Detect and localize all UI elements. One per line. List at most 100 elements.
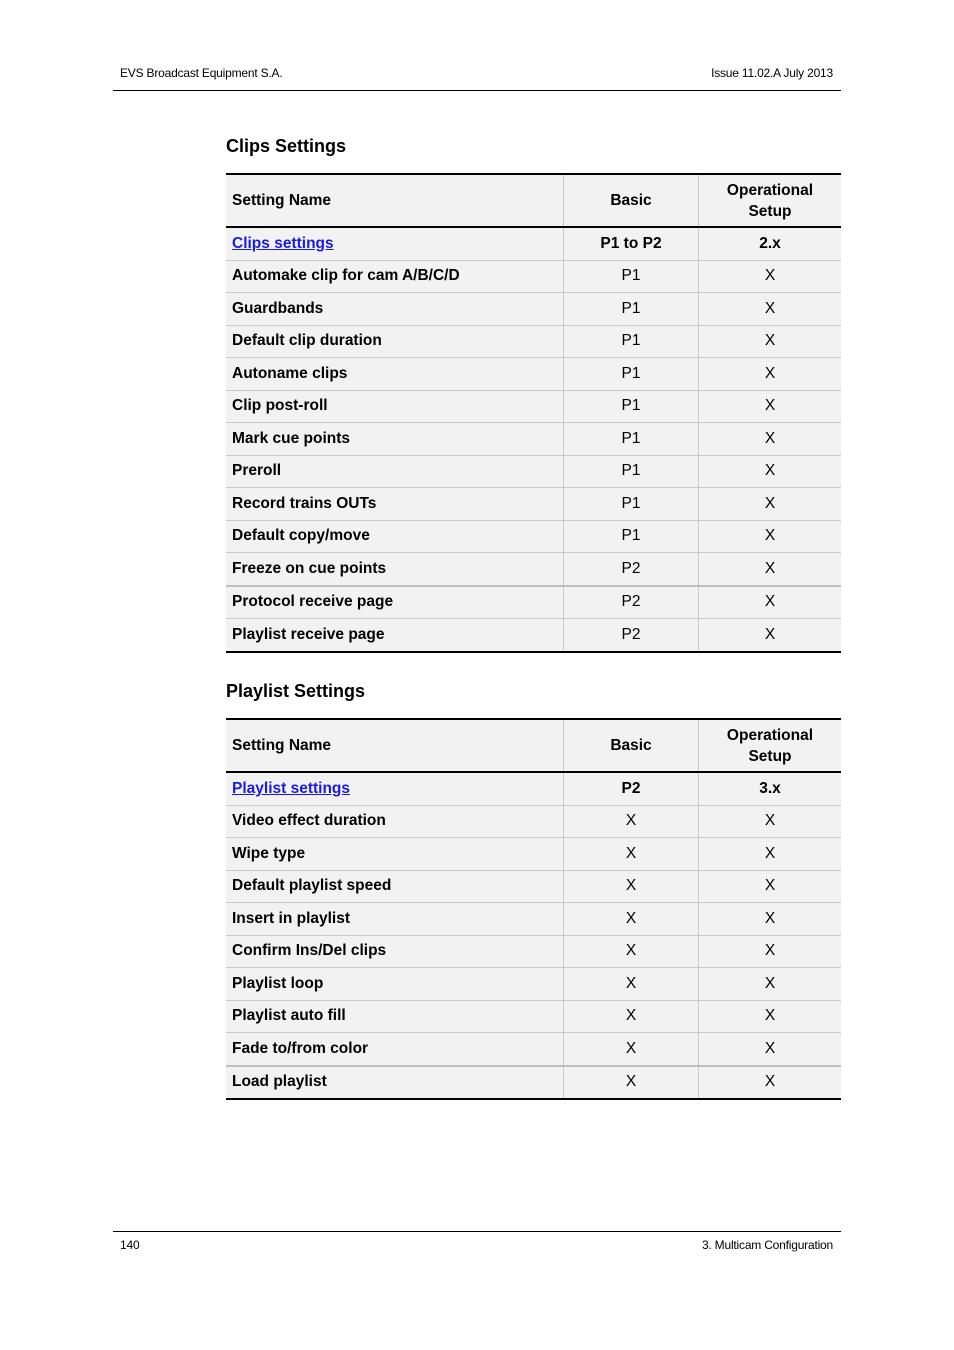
col-basic: Basic [563, 718, 699, 773]
basic-value: X [563, 999, 699, 1033]
table-row: Guardbands P1 X [226, 292, 841, 325]
setting-name: Playlist auto fill [226, 999, 564, 1033]
summary-basic: P2 [563, 772, 699, 805]
basic-value: P1 [563, 292, 699, 325]
table-row: Record trains OUTs P1 X [226, 487, 841, 520]
table-row: Fade to/from color X X [226, 1032, 841, 1066]
operational-value: X [698, 422, 841, 455]
clips-settings-link[interactable]: Clips settings [232, 235, 334, 252]
header-company: EVS Broadcast Equipment S.A. [120, 66, 283, 80]
setting-name: Mark cue points [226, 422, 564, 455]
header-divider [113, 90, 841, 91]
operational-value: X [698, 552, 841, 586]
col-operational-setup: Operational Setup [698, 718, 841, 773]
operational-value: X [698, 934, 841, 968]
header-issue: Issue 11.02.A July 2013 [711, 66, 833, 80]
playlist-section-title: Playlist Settings [226, 681, 366, 701]
table-header-row: Setting Name Basic Operational Setup [226, 718, 841, 773]
playlist-settings-table: Setting Name Basic Operational Setup Pla… [226, 718, 841, 1100]
setting-name: Freeze on cue points [226, 552, 564, 586]
basic-value: P1 [563, 357, 699, 390]
basic-value: X [563, 804, 699, 838]
basic-value: P1 [563, 259, 699, 293]
operational-value: X [698, 259, 841, 293]
operational-value: X [698, 837, 841, 870]
operational-value: X [698, 292, 841, 325]
table-row: Protocol receive page P2 X [226, 584, 841, 619]
setting-name: Autoname clips [226, 357, 564, 390]
summary-basic: P1 to P2 [563, 227, 699, 260]
table-row: Insert in playlist X X [226, 902, 841, 935]
table-row: Preroll P1 X [226, 454, 841, 488]
operational-value: X [698, 902, 841, 935]
clips-settings-table: Setting Name Basic Operational Setup Cli… [226, 173, 841, 653]
col-setting-name: Setting Name [226, 718, 564, 773]
setting-name: Record trains OUTs [226, 487, 564, 520]
col-basic: Basic [563, 173, 699, 228]
setting-name: Guardbands [226, 292, 564, 325]
summary-row: Clips settings P1 to P2 2.x [226, 227, 841, 260]
operational-value: X [698, 357, 841, 390]
setting-name: Confirm Ins/Del clips [226, 934, 564, 968]
basic-value: X [563, 1064, 699, 1100]
summary-operational: 2.x [698, 227, 841, 260]
operational-value: X [698, 324, 841, 358]
table-row: Clip post-roll P1 X [226, 389, 841, 423]
table-row: Playlist loop X X [226, 967, 841, 1000]
setting-name: Default playlist speed [226, 869, 564, 903]
table-row: Playlist receive page P2 X [226, 618, 841, 653]
setting-name: Protocol receive page [226, 584, 564, 619]
setting-name: Default clip duration [226, 324, 564, 358]
basic-value: P1 [563, 389, 699, 423]
operational-value: X [698, 1064, 841, 1100]
footer-divider [113, 1231, 841, 1232]
operational-value: X [698, 584, 841, 619]
setting-name: Playlist receive page [226, 618, 564, 653]
table-row: Wipe type X X [226, 837, 841, 870]
operational-value: X [698, 804, 841, 838]
setting-name: Fade to/from color [226, 1032, 564, 1066]
table-row: Video effect duration X X [226, 804, 841, 838]
basic-value: P1 [563, 519, 699, 553]
basic-value: P1 [563, 454, 699, 488]
basic-value: P1 [563, 487, 699, 520]
table-row: Default clip duration P1 X [226, 324, 841, 358]
table-row: Default copy/move P1 X [226, 519, 841, 553]
setting-name: Preroll [226, 454, 564, 488]
basic-value: X [563, 869, 699, 903]
playlist-settings-link[interactable]: Playlist settings [232, 780, 350, 797]
table-row: Freeze on cue points P2 X [226, 552, 841, 586]
summary-row: Playlist settings P2 3.x [226, 772, 841, 805]
table-row: Default playlist speed X X [226, 869, 841, 903]
table-header-row: Setting Name Basic Operational Setup [226, 173, 841, 228]
operational-value: X [698, 389, 841, 423]
operational-value: X [698, 869, 841, 903]
basic-value: X [563, 934, 699, 968]
basic-value: X [563, 902, 699, 935]
col-operational-setup: Operational Setup [698, 173, 841, 228]
setting-name: Insert in playlist [226, 902, 564, 935]
basic-value: P1 [563, 324, 699, 358]
basic-value: X [563, 1032, 699, 1066]
table-row: Automake clip for cam A/B/C/D P1 X [226, 259, 841, 293]
setting-name: Automake clip for cam A/B/C/D [226, 259, 564, 293]
basic-value: P1 [563, 422, 699, 455]
table-row: Autoname clips P1 X [226, 357, 841, 390]
basic-value: X [563, 967, 699, 1000]
basic-value: P2 [563, 584, 699, 619]
basic-value: P2 [563, 552, 699, 586]
chapter-title: 3. Multicam Configuration [701, 1238, 833, 1252]
basic-value: X [563, 837, 699, 870]
setting-name: Default copy/move [226, 519, 564, 553]
operational-value: X [698, 454, 841, 488]
summary-operational: 3.x [698, 772, 841, 805]
operational-value: X [698, 999, 841, 1033]
setting-name: Load playlist [226, 1064, 564, 1100]
operational-value: X [698, 1032, 841, 1066]
col-setting-name: Setting Name [226, 173, 564, 228]
clips-section-title: Clips Settings [226, 136, 347, 156]
table-row: Confirm Ins/Del clips X X [226, 934, 841, 968]
operational-value: X [698, 618, 841, 653]
operational-value: X [698, 967, 841, 1000]
table-row: Mark cue points P1 X [226, 422, 841, 455]
